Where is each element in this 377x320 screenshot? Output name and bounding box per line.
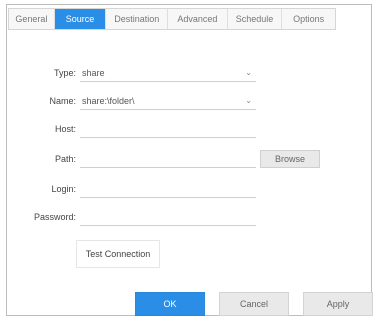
tab-advanced[interactable]: Advanced	[168, 9, 228, 29]
chevron-down-icon: ⌄	[245, 68, 252, 77]
test-connection-button[interactable]: Test Connection	[76, 240, 160, 268]
type-select[interactable]: share ⌄	[80, 64, 256, 82]
tab-general[interactable]: General	[9, 9, 55, 29]
name-value: share:\folder\	[82, 96, 135, 106]
host-label: Host:	[54, 124, 76, 134]
tab-schedule[interactable]: Schedule	[228, 9, 283, 29]
tab-options[interactable]: Options	[282, 9, 335, 29]
password-input[interactable]	[80, 208, 256, 226]
ok-button[interactable]: OK	[135, 292, 205, 316]
type-value: share	[82, 68, 105, 78]
path-label: Path:	[54, 154, 76, 164]
cancel-button[interactable]: Cancel	[219, 292, 289, 316]
chevron-down-icon: ⌄	[245, 96, 252, 105]
name-select[interactable]: share:\folder\ ⌄	[80, 92, 256, 110]
password-row: Password:	[0, 208, 377, 226]
path-row: Path: Browse	[0, 150, 377, 168]
tab-bar: General Source Destination Advanced Sche…	[8, 8, 336, 30]
host-row: Host:	[0, 120, 377, 138]
login-label: Login:	[51, 184, 76, 194]
name-row: Name: share:\folder\ ⌄	[0, 92, 377, 110]
host-input[interactable]	[80, 120, 256, 138]
type-row: Type: share ⌄	[0, 64, 377, 82]
type-label: Type:	[53, 68, 76, 78]
browse-button[interactable]: Browse	[260, 150, 320, 168]
password-label: Password:	[33, 212, 76, 222]
path-input[interactable]	[80, 150, 256, 168]
login-input[interactable]	[80, 180, 256, 198]
login-row: Login:	[0, 180, 377, 198]
name-label: Name:	[49, 96, 76, 106]
tab-destination[interactable]: Destination	[106, 9, 169, 29]
tab-source[interactable]: Source	[54, 9, 107, 29]
apply-button[interactable]: Apply	[303, 292, 373, 316]
